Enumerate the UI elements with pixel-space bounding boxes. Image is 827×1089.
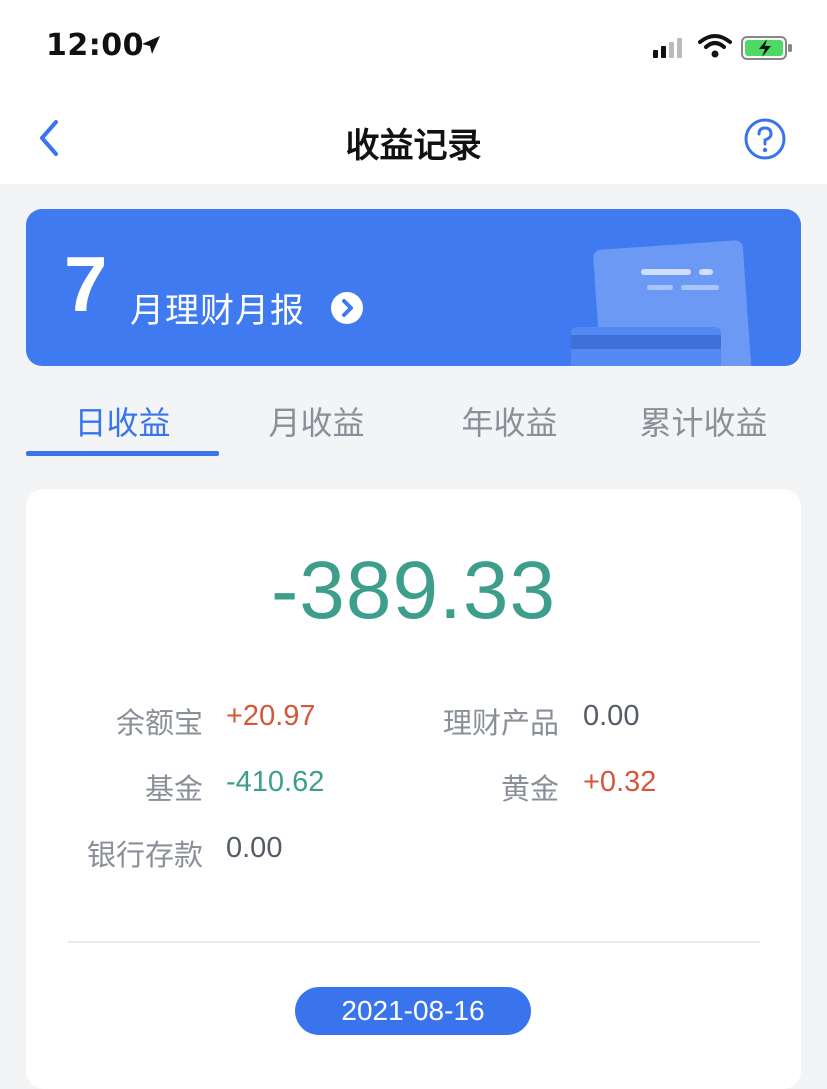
monthly-report-banner[interactable]: 7 月理财月报 — [26, 209, 801, 366]
cellular-signal-icon — [653, 38, 682, 58]
item-label-wealth-products: 理财产品 — [442, 706, 559, 740]
item-label-bank-deposit: 银行存款 — [86, 838, 203, 872]
page-title: 收益记录 — [345, 126, 482, 166]
divider — [68, 941, 760, 943]
earnings-tabs: 日收益 月收益 年收益 累计收益 — [0, 380, 827, 460]
item-value-gold: +0.32 — [583, 766, 657, 798]
battery-charging-icon — [741, 36, 792, 60]
item-value-bank-deposit: 0.00 — [226, 832, 283, 864]
item-label-yuebao: 余额宝 — [115, 706, 203, 740]
tab-active-indicator — [26, 451, 219, 456]
earnings-card: -389.33 余额宝 +20.97 理财产品 0.00 基金 -410.62 … — [26, 489, 801, 1089]
wifi-icon — [698, 34, 732, 58]
report-illustration-icon — [571, 240, 752, 366]
status-time: 12:00 — [46, 28, 144, 63]
item-value-yuebao: +20.97 — [226, 700, 316, 732]
item-value-wealth-products: 0.00 — [583, 700, 640, 732]
banner-month: 7 — [64, 240, 108, 328]
status-bar: 12:00 — [0, 0, 827, 96]
item-value-fund: -410.62 — [226, 766, 325, 798]
help-button[interactable] — [742, 116, 788, 162]
total-earnings: -389.33 — [270, 545, 557, 636]
banner-label: 月理财月报 — [130, 291, 305, 331]
location-arrow-icon — [142, 36, 160, 54]
item-label-gold: 黄金 — [500, 772, 559, 806]
tab-cumulative[interactable]: 累计收益 — [606, 398, 801, 444]
item-label-fund: 基金 — [144, 772, 203, 806]
nav-bar: 收益记录 — [0, 96, 827, 184]
tab-yearly[interactable]: 年收益 — [413, 398, 606, 444]
tab-monthly[interactable]: 月收益 — [220, 398, 413, 444]
date-selector[interactable]: 2021-08-16 — [295, 987, 531, 1035]
tab-daily[interactable]: 日收益 — [26, 398, 219, 444]
chevron-right-circle-icon — [331, 292, 363, 324]
